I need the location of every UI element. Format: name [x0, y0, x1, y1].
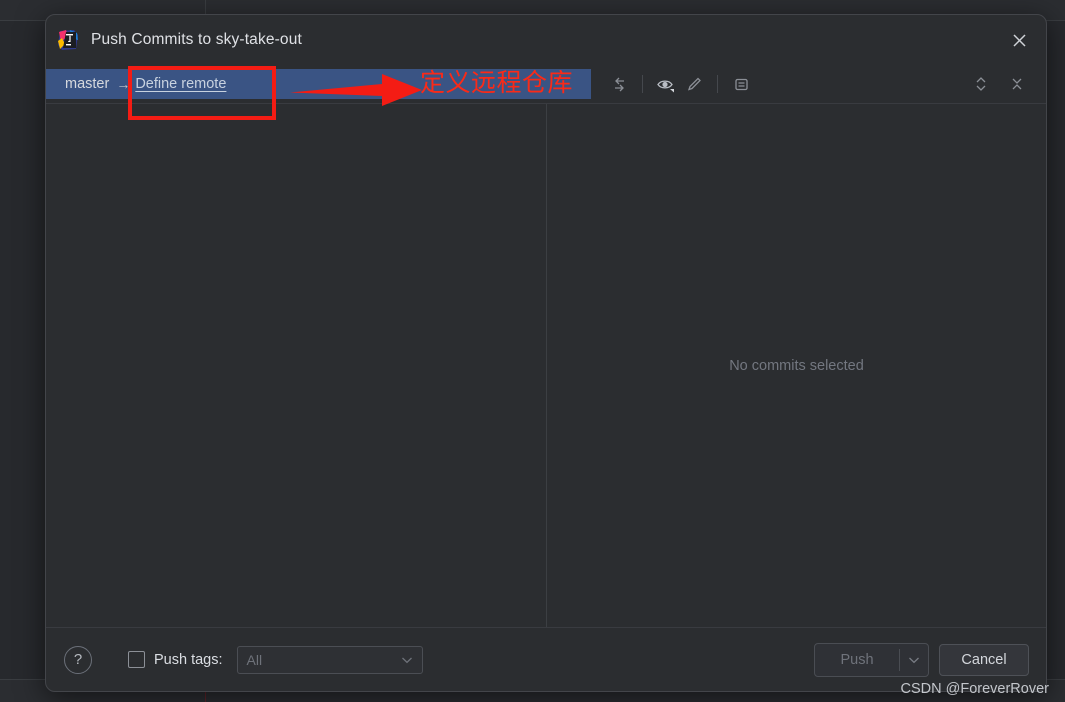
commit-list-panel[interactable]	[46, 104, 547, 627]
expand-all-icon[interactable]	[968, 71, 994, 97]
toolbar-separator-1	[642, 75, 643, 93]
push-tags-select[interactable]: All	[236, 645, 423, 674]
intellij-idea-icon	[57, 29, 79, 51]
close-icon[interactable]	[1006, 27, 1032, 53]
push-options-chevron-down-icon[interactable]	[900, 644, 928, 676]
no-commits-selected-label: No commits selected	[729, 357, 864, 374]
branch-selector-row[interactable]: master → Define remote	[46, 69, 591, 99]
local-branch-label: master	[65, 76, 110, 92]
branch-toolbar-row: master → Define remote	[46, 65, 1046, 103]
push-commits-dialog: Push Commits to sky-take-out master → De…	[45, 14, 1047, 692]
dialog-footer: ? Push tags: All Push Cancel	[46, 627, 1046, 691]
dialog-body: No commits selected	[46, 103, 1046, 627]
preview-eye-icon[interactable]	[653, 71, 679, 97]
toolbar-separator-2	[717, 75, 718, 93]
show-details-icon[interactable]	[728, 71, 754, 97]
push-tags-group: Push tags: All	[128, 645, 423, 674]
dialog-titlebar: Push Commits to sky-take-out	[46, 15, 1046, 65]
push-tags-select-value: All	[246, 651, 263, 668]
dialog-title: Push Commits to sky-take-out	[91, 31, 302, 48]
tree-toolbar	[968, 65, 1030, 103]
chevron-down-icon	[401, 651, 413, 669]
commit-toolbar	[606, 65, 754, 103]
push-button[interactable]: Push	[815, 644, 899, 676]
commit-detail-panel: No commits selected	[547, 104, 1046, 627]
collapse-all-icon[interactable]	[1004, 71, 1030, 97]
push-tags-label: Push tags:	[154, 651, 223, 668]
cancel-button[interactable]: Cancel	[939, 643, 1029, 676]
collapse-left-icon[interactable]	[606, 71, 632, 97]
help-button[interactable]: ?	[64, 645, 92, 674]
branch-arrow-icon: →	[116, 76, 130, 92]
push-split-button[interactable]: Push	[814, 642, 929, 677]
footer-actions: Push Cancel	[814, 642, 1029, 677]
push-tags-checkbox[interactable]	[128, 651, 145, 668]
edit-pencil-icon[interactable]	[681, 71, 707, 97]
define-remote-link[interactable]: Define remote	[135, 76, 226, 92]
